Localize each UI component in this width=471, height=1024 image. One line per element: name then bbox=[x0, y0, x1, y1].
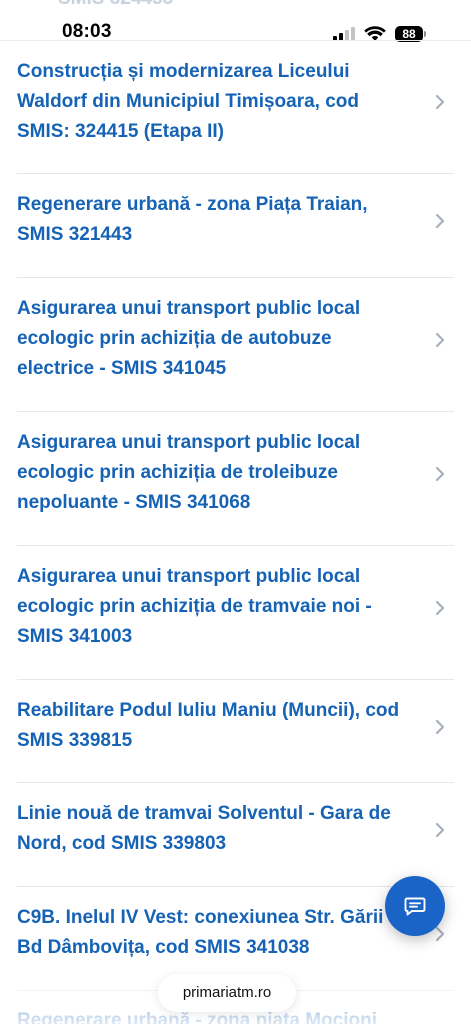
project-title[interactable]: Asigurarea unui transport public local e… bbox=[17, 428, 412, 518]
chat-bubble-icon bbox=[404, 897, 426, 916]
list-item[interactable]: Asigurarea unui transport public local e… bbox=[0, 546, 471, 679]
list-item[interactable]: Regenerare urbană - zona Piața Traian, S… bbox=[0, 174, 471, 277]
project-title[interactable]: C9B. Inelul IV Vest: conexiunea Str. Găr… bbox=[17, 903, 412, 963]
list-item[interactable]: Asigurarea unui transport public local e… bbox=[0, 412, 471, 545]
list-item[interactable]: Asigurarea unui transport public local e… bbox=[0, 278, 471, 411]
chevron-right-icon bbox=[435, 600, 445, 616]
cellular-signal-icon bbox=[333, 27, 357, 41]
screen: SMIS 324453 08:03 88 Construcția și mode… bbox=[0, 0, 471, 1024]
chevron-right-icon bbox=[435, 213, 445, 229]
project-title[interactable]: Linie nouă de tramvai Solventul - Gara d… bbox=[17, 799, 412, 859]
list-item[interactable]: Linie nouă de tramvai Solventul - Gara d… bbox=[0, 783, 471, 886]
url-bar[interactable]: primariatm.ro bbox=[158, 974, 296, 1012]
chevron-right-icon bbox=[435, 332, 445, 348]
list-item[interactable]: Reabilitare Podul Iuliu Maniu (Muncii), … bbox=[0, 680, 471, 782]
chevron-right-icon bbox=[435, 466, 445, 482]
list-item[interactable]: Construcția și modernizarea Liceului Wal… bbox=[0, 40, 471, 173]
chevron-right-icon bbox=[435, 94, 445, 110]
project-title[interactable]: Asigurarea unui transport public local e… bbox=[17, 562, 412, 652]
chevron-right-icon bbox=[435, 719, 445, 735]
chat-button[interactable] bbox=[385, 876, 445, 936]
project-title[interactable]: Asigurarea unui transport public local e… bbox=[17, 294, 412, 384]
project-title[interactable]: Reabilitare Podul Iuliu Maniu (Muncii), … bbox=[17, 696, 412, 756]
chevron-right-icon bbox=[435, 822, 445, 838]
project-title[interactable]: Regenerare urbană - zona Piața Traian, S… bbox=[17, 190, 412, 250]
project-title[interactable]: Construcția și modernizarea Liceului Wal… bbox=[17, 57, 412, 147]
